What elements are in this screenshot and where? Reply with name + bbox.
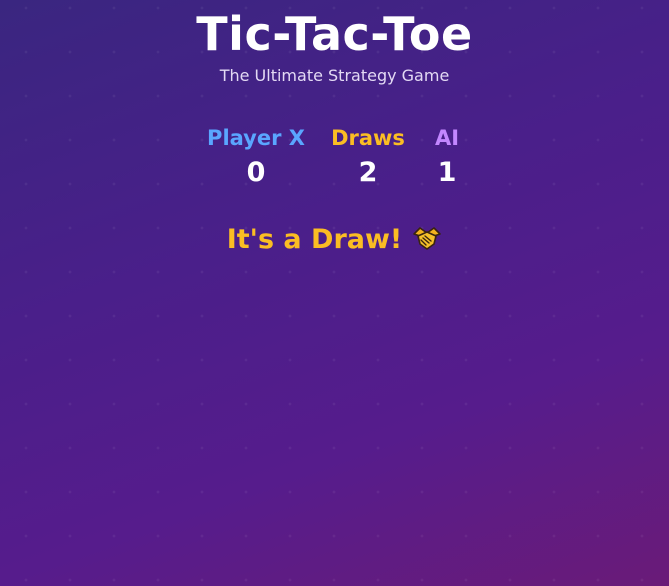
game-header: Tic-Tac-Toe The Ultimate Strategy Game	[0, 6, 669, 86]
score-ai-label: AI	[434, 126, 460, 150]
score-ai: AI 1	[426, 124, 468, 190]
page-title: Tic-Tac-Toe	[196, 7, 473, 61]
score-draws-label: Draws	[331, 126, 405, 150]
page-subtitle: The Ultimate Strategy Game	[219, 66, 450, 85]
background-dot-pattern	[0, 0, 669, 586]
score-draws: Draws 2	[328, 124, 408, 190]
game-status-text: It's a Draw!	[226, 224, 403, 255]
score-player-x-label: Player X	[207, 126, 305, 150]
game-app: Tic-Tac-Toe The Ultimate Strategy Game P…	[0, 0, 669, 586]
game-status: It's a Draw!	[0, 222, 669, 262]
score-player-x-value: 0	[246, 157, 266, 188]
handshake-icon	[412, 224, 442, 262]
score-draws-value: 2	[358, 157, 378, 188]
score-ai-value: 1	[437, 157, 457, 188]
score-player-x: Player X 0	[204, 124, 308, 190]
